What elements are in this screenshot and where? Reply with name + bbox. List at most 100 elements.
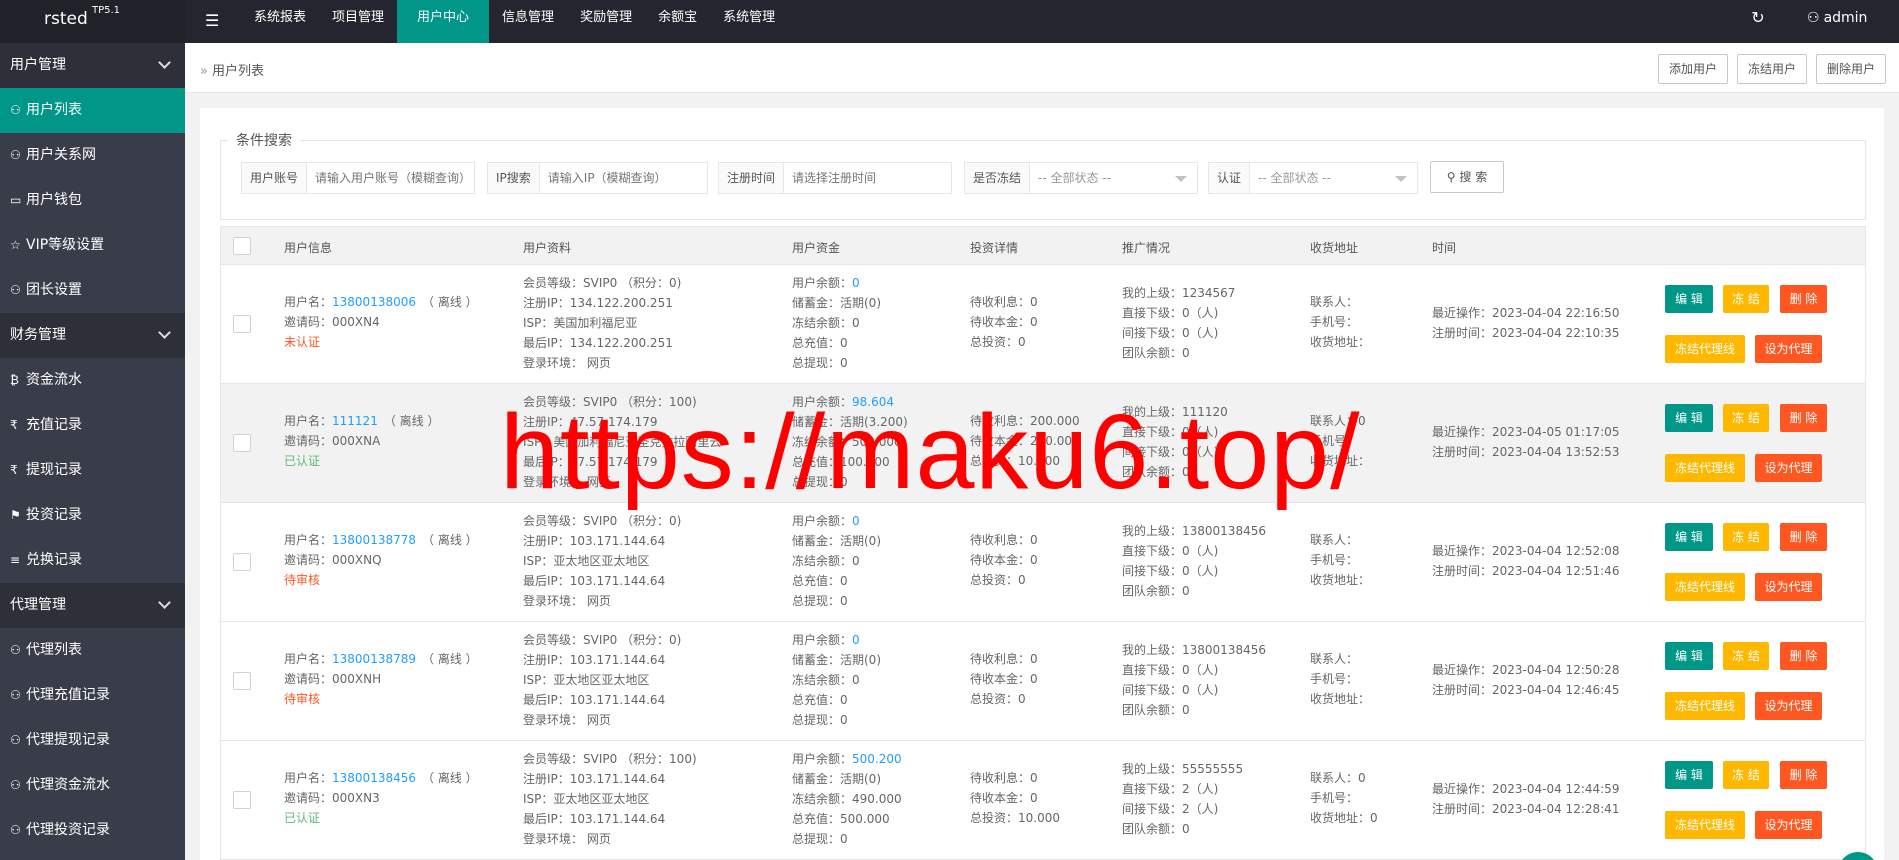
address-line: 手机号：	[1310, 434, 1359, 448]
menu-icon[interactable]: ☰	[205, 11, 219, 30]
sidebar-group[interactable]: 代理管理	[0, 583, 185, 628]
sidebar-item[interactable]: ⚇ 代理充值记录	[0, 673, 185, 718]
select-all-checkbox[interactable]	[233, 237, 251, 255]
delete-user-button[interactable]: 删除用户	[1816, 54, 1887, 84]
balance-line: 用户余额：500.200	[792, 749, 902, 769]
sidebar-item[interactable]: ▭ 用户钱包	[0, 178, 185, 223]
freeze-button[interactable]: 冻 结	[1723, 761, 1769, 789]
sidebar-item[interactable]: ⚇ 团长设置	[0, 268, 185, 313]
freeze-button[interactable]: 冻 结	[1723, 642, 1769, 670]
username-link[interactable]: 111121	[332, 414, 378, 428]
freeze-agent-line-button[interactable]: 冻结代理线	[1665, 811, 1745, 839]
username-link[interactable]: 13800138006	[332, 295, 416, 309]
search-button-label: 搜 索	[1459, 170, 1488, 184]
address-cell: 联系人： 手机号： 收货地址：	[1310, 649, 1370, 709]
account-input[interactable]	[307, 163, 472, 193]
sidebar-item[interactable]: ≡ 兑换记录	[0, 538, 185, 583]
funds-line: 总充值：500.000	[792, 812, 890, 826]
freeze-agent-line-button[interactable]: 冻结代理线	[1665, 454, 1745, 482]
delete-button[interactable]: 删 除	[1780, 761, 1827, 789]
freeze-agent-line-button[interactable]: 冻结代理线	[1665, 692, 1745, 720]
freeze-agent-line-button[interactable]: 冻结代理线	[1665, 335, 1745, 363]
balance-value[interactable]: 98.604	[852, 395, 894, 409]
frozen-select[interactable]: -- 全部状态 --	[1030, 163, 1197, 193]
set-agent-button[interactable]: 设为代理	[1755, 335, 1822, 363]
balance-value[interactable]: 500.200	[852, 752, 902, 766]
auth-select[interactable]: -- 全部状态 --	[1250, 163, 1417, 193]
sidebar-item[interactable]: ⚇ 用户关系网	[0, 133, 185, 178]
topnav-item[interactable]: 系统报表	[241, 0, 319, 43]
sidebar-group[interactable]: 财务管理	[0, 313, 185, 358]
edit-button[interactable]: 编 辑	[1665, 523, 1713, 551]
add-user-button[interactable]: 添加用户	[1658, 54, 1729, 84]
balance-value[interactable]: 0	[852, 276, 860, 290]
sidebar-item[interactable]: ⚇ 代理列表	[0, 628, 185, 673]
sidebar-group[interactable]: 用户管理	[0, 43, 185, 88]
balance-label: 用户余额：	[792, 752, 853, 766]
row-checkbox[interactable]	[233, 672, 251, 690]
topnav-item[interactable]: 奖励管理	[567, 0, 645, 43]
edit-button[interactable]: 编 辑	[1665, 285, 1713, 313]
sidebar-item[interactable]: ₹ 充值记录	[0, 403, 185, 448]
profile-line: 登录环境： 网页	[523, 356, 611, 370]
row-checkbox[interactable]	[233, 434, 251, 452]
funds-cell: 用户余额：98.604 储蓄金：活期(3.200) 冻结余额：500.000 总充值：…	[792, 392, 908, 492]
topnav-item[interactable]: 项目管理	[319, 0, 397, 43]
search-button[interactable]: ⚲ 搜 索	[1430, 161, 1504, 193]
funds-line: 冻结余额：0	[792, 673, 860, 687]
balance-value[interactable]: 0	[852, 514, 860, 528]
time-line: 最近操作：2023-04-05 01:17:05	[1432, 425, 1620, 439]
edit-button[interactable]: 编 辑	[1665, 761, 1713, 789]
row-checkbox[interactable]	[233, 791, 251, 809]
sidebar-item[interactable]: ⚇ 代理投资记录	[0, 808, 185, 853]
topnav-item[interactable]: 用户中心	[397, 0, 490, 43]
sidebar-item[interactable]: ₹ 提现记录	[0, 448, 185, 493]
row-checkbox[interactable]	[233, 315, 251, 333]
set-agent-button[interactable]: 设为代理	[1755, 454, 1822, 482]
set-agent-button[interactable]: 设为代理	[1755, 692, 1822, 720]
sidebar-item-label: 充值记录	[26, 417, 82, 433]
edit-button[interactable]: 编 辑	[1665, 642, 1713, 670]
promotion-line: 间接下级：0（人)	[1122, 445, 1219, 459]
sidebar-item[interactable]: ☆ VIP等级设置	[0, 223, 185, 268]
username-line: 用户名：111121 （ 离线 ）	[284, 411, 439, 431]
username-link[interactable]: 13800138778	[332, 533, 416, 547]
account-label: 用户账号	[242, 163, 308, 193]
delete-button[interactable]: 删 除	[1780, 642, 1827, 670]
delete-button[interactable]: 删 除	[1780, 404, 1827, 432]
sidebar-item[interactable]: ₿ 资金流水	[0, 358, 185, 403]
sidebar-item[interactable]: ⚇ 代理提现记录	[0, 718, 185, 763]
topnav-item[interactable]: 系统管理	[710, 0, 788, 43]
row-checkbox[interactable]	[233, 553, 251, 571]
sidebar-item-label: 用户列表	[26, 102, 82, 118]
set-agent-button[interactable]: 设为代理	[1755, 811, 1822, 839]
table-header: 用户信息 用户资料 用户资金 投资详情 推广情况 收货地址 时间	[220, 226, 1866, 265]
sidebar-item[interactable]: ⚇ 代理资金流水	[0, 763, 185, 808]
top-nav: 系统报表 项目管理 用户中心 信息管理 奖励管理 余额宝 系统管理	[241, 0, 788, 43]
topnav-item[interactable]: 余额宝	[645, 0, 710, 43]
sidebar-item[interactable]: ⚑ 投资记录	[0, 493, 185, 538]
edit-button[interactable]: 编 辑	[1665, 404, 1713, 432]
username-link[interactable]: 13800138456	[332, 771, 416, 785]
username-link[interactable]: 13800138789	[332, 652, 416, 666]
freeze-button[interactable]: 冻 结	[1723, 523, 1769, 551]
promotion-line: 我的上级：13800138456	[1122, 524, 1266, 538]
auth-filter: 认证 -- 全部状态 --	[1208, 162, 1418, 194]
set-agent-button[interactable]: 设为代理	[1755, 573, 1822, 601]
ip-input[interactable]	[539, 163, 700, 193]
freeze-button[interactable]: 冻 结	[1723, 404, 1769, 432]
delete-button[interactable]: 删 除	[1780, 285, 1827, 313]
refresh-icon[interactable]: ↻	[1748, 8, 1768, 28]
freeze-agent-line-button[interactable]: 冻结代理线	[1665, 573, 1745, 601]
sidebar-item[interactable]: ⚇ 用户列表	[0, 88, 185, 133]
freeze-button[interactable]: 冻 结	[1723, 285, 1769, 313]
breadcrumb-current[interactable]: 用户列表	[212, 64, 264, 79]
app-name: rsted	[44, 9, 88, 29]
topnav-item[interactable]: 信息管理	[489, 0, 567, 43]
freeze-user-button[interactable]: 冻结用户	[1737, 54, 1808, 84]
admin-menu[interactable]: ⚇ admin	[1807, 10, 1867, 26]
delete-button[interactable]: 删 除	[1780, 523, 1827, 551]
regtime-input[interactable]	[784, 163, 949, 193]
balance-value[interactable]: 0	[852, 633, 860, 647]
promotion-cell: 我的上级：13800138456 直接下级：0（人) 间接下级：0（人) 团队余额：0	[1122, 640, 1266, 720]
